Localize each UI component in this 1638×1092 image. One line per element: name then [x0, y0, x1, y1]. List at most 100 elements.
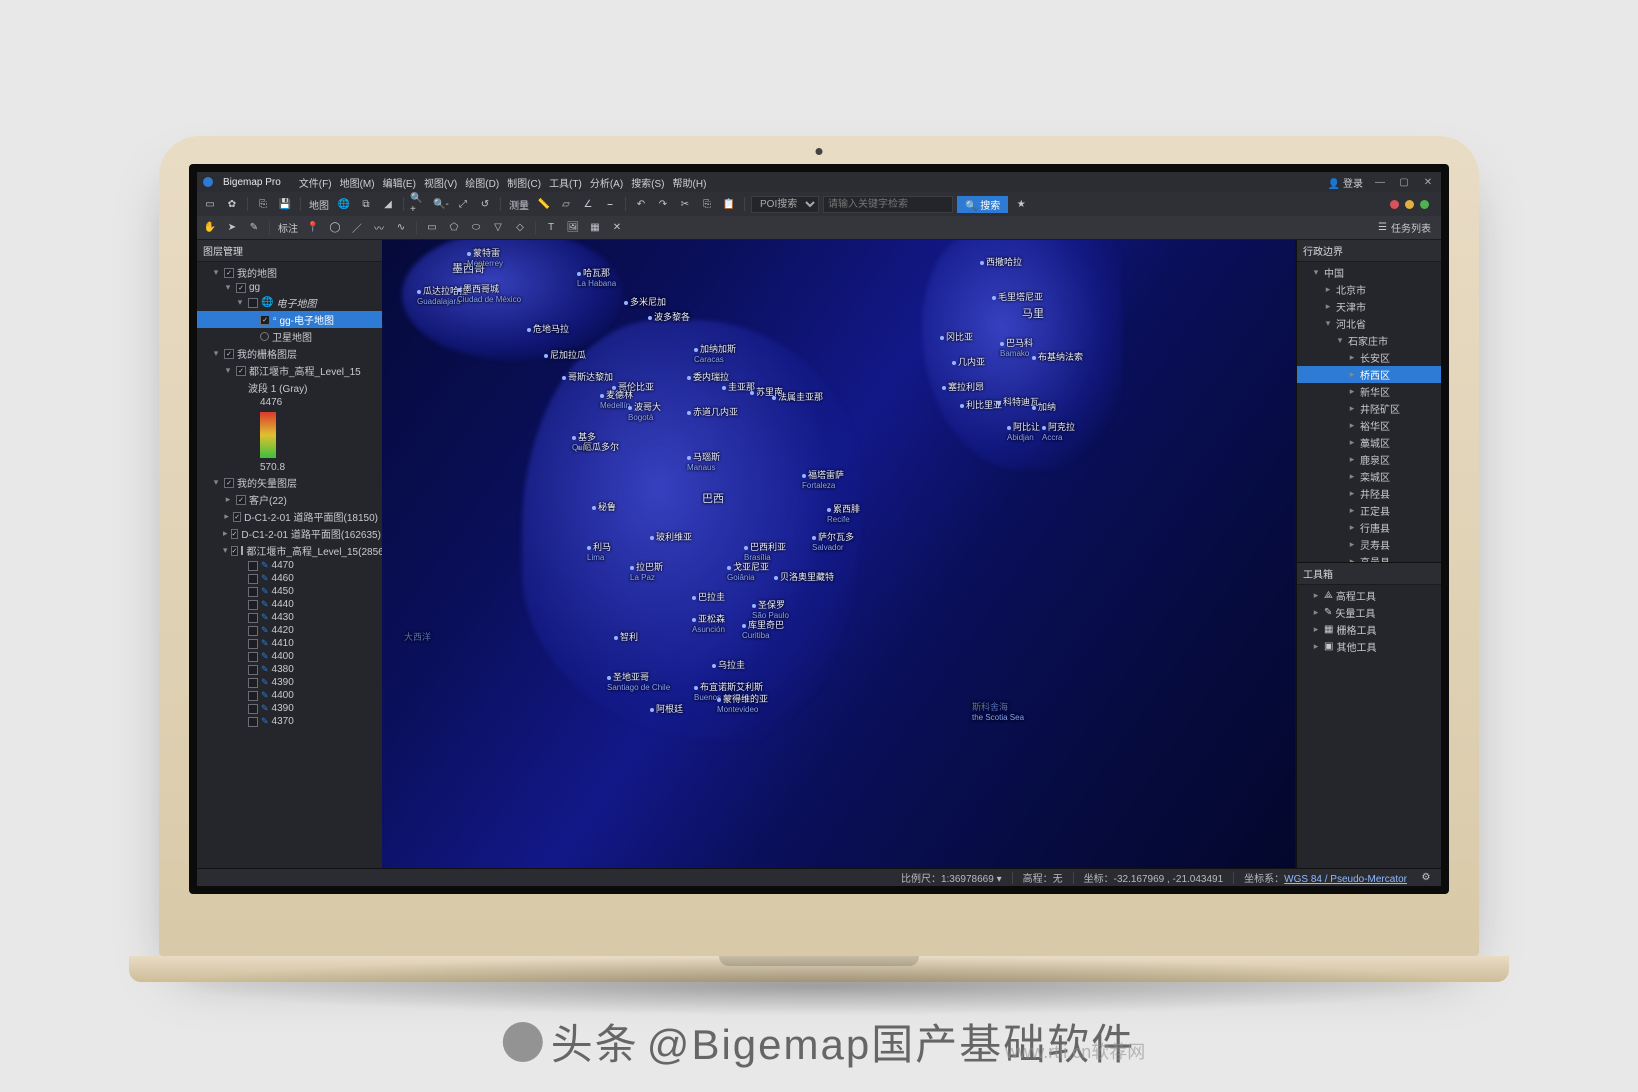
- tree-item-v4460[interactable]: ✎4460: [197, 572, 382, 585]
- triangle-icon[interactable]: ▽: [489, 219, 507, 237]
- tree-item-v4390b[interactable]: ✎4390: [197, 702, 382, 715]
- login-button[interactable]: 👤 登录: [1328, 175, 1363, 190]
- area-icon[interactable]: ▱: [557, 195, 575, 213]
- tree-item-dc1[interactable]: ▸✓D-C1-2-01 道路平面图(18150): [197, 508, 382, 525]
- menu-item[interactable]: 分析(A): [590, 179, 623, 190]
- admin-item-1[interactable]: ▸北京市: [1297, 281, 1441, 298]
- admin-item-9[interactable]: ▸裕华区: [1297, 417, 1441, 434]
- geo-icon[interactable]: ◢: [379, 195, 397, 213]
- gear-icon[interactable]: ✿: [223, 195, 241, 213]
- image-icon[interactable]: 🖼: [564, 219, 582, 237]
- search-button[interactable]: 🔍 搜索: [957, 196, 1008, 213]
- paste-icon[interactable]: 📋: [720, 195, 738, 213]
- menu-item[interactable]: 文件(F): [299, 179, 332, 190]
- tree-item-gray[interactable]: 波段 1 (Gray): [197, 379, 382, 396]
- text-icon[interactable]: T: [542, 219, 560, 237]
- menu-item[interactable]: 编辑(E): [383, 179, 416, 190]
- toolbox-item-0[interactable]: ▸⟁高程工具: [1297, 587, 1441, 604]
- tree-item-v4370[interactable]: ✎4370: [197, 715, 382, 728]
- settings-icon[interactable]: ⚙: [1417, 869, 1435, 887]
- tree-item-ramp_hi[interactable]: 4476: [197, 396, 382, 409]
- tree-item-v4400b[interactable]: ✎4400: [197, 689, 382, 702]
- layer-tree[interactable]: ▾✓我的地图▾✓gg▾🌐电子地图✓▫gg-电子地图卫星地图▾✓我的栅格图层▾✓都…: [197, 262, 382, 868]
- admin-item-8[interactable]: ▸井陉矿区: [1297, 400, 1441, 417]
- admin-item-7[interactable]: ▸新华区: [1297, 383, 1441, 400]
- pin-icon[interactable]: 📍: [304, 219, 322, 237]
- tree-item-v4380[interactable]: ✎4380: [197, 663, 382, 676]
- tree-item-my_map[interactable]: ▾✓我的地图: [197, 264, 382, 281]
- copy-icon[interactable]: ⎘: [698, 195, 716, 213]
- tree-item-gg_dianzi[interactable]: ✓▫gg-电子地图: [197, 311, 382, 328]
- line-icon[interactable]: ／: [348, 219, 366, 237]
- maximize-button[interactable]: ▢: [1397, 177, 1411, 188]
- zoom-in-icon[interactable]: 🔍+: [410, 195, 428, 213]
- menu-item[interactable]: 绘图(D): [465, 179, 499, 190]
- menu-item[interactable]: 帮助(H): [673, 179, 707, 190]
- search-type-select[interactable]: POI搜索: [751, 196, 819, 213]
- toolbox-item-1[interactable]: ▸✎矢量工具: [1297, 604, 1441, 621]
- tree-item-v4390[interactable]: ✎4390: [197, 676, 382, 689]
- diamond-icon[interactable]: ◇: [511, 219, 529, 237]
- tree-item-v4400[interactable]: ✎4400: [197, 650, 382, 663]
- admin-item-5[interactable]: ▸长安区: [1297, 349, 1441, 366]
- map-canvas[interactable]: 墨西哥蒙特雷Monterrey瓜达拉哈拉Guadalajara墨西哥城Ciuda…: [382, 240, 1296, 868]
- cut-icon[interactable]: ✂: [676, 195, 694, 213]
- curve-icon[interactable]: ∿: [392, 219, 410, 237]
- admin-item-17[interactable]: ▸高邑县: [1297, 553, 1441, 562]
- ruler-icon[interactable]: 📏: [535, 195, 553, 213]
- tree-item-djy_v[interactable]: ▾✓都江堰市_高程_Level_15(2856): [197, 542, 382, 559]
- menu-item[interactable]: 制图(C): [507, 179, 541, 190]
- tree-item-v4410[interactable]: ✎4410: [197, 637, 382, 650]
- menu-item[interactable]: 地图(M): [340, 179, 375, 190]
- crs-link[interactable]: WGS 84 / Pseudo-Mercator: [1284, 874, 1407, 885]
- admin-item-11[interactable]: ▸鹿泉区: [1297, 451, 1441, 468]
- undo-icon[interactable]: ↶: [632, 195, 650, 213]
- edit-icon[interactable]: ✎: [245, 219, 263, 237]
- star-icon[interactable]: ★: [1012, 195, 1030, 213]
- path-icon[interactable]: ⎯: [601, 195, 619, 213]
- minimize-button[interactable]: —: [1373, 177, 1387, 188]
- grid-icon[interactable]: ▦: [586, 219, 604, 237]
- admin-item-0[interactable]: ▾中国: [1297, 264, 1441, 281]
- tree-item-v4440[interactable]: ✎4440: [197, 598, 382, 611]
- pointer-icon[interactable]: ▭: [201, 195, 219, 213]
- admin-item-13[interactable]: ▸井陉县: [1297, 485, 1441, 502]
- admin-item-15[interactable]: ▸行唐县: [1297, 519, 1441, 536]
- admin-item-14[interactable]: ▸正定县: [1297, 502, 1441, 519]
- hand-icon[interactable]: ✋: [201, 219, 219, 237]
- menu-item[interactable]: 搜索(S): [631, 179, 664, 190]
- admin-item-6[interactable]: ▸桥西区: [1297, 366, 1441, 383]
- admin-tree[interactable]: ▾中国▸北京市▸天津市▾河北省▾石家庄市▸长安区▸桥西区▸新华区▸井陉矿区▸裕华…: [1297, 262, 1441, 562]
- rect-icon[interactable]: ▭: [423, 219, 441, 237]
- tree-item-kehu[interactable]: ▸✓客户(22): [197, 491, 382, 508]
- tree-item-dc2[interactable]: ▸✓D-C1-2-01 道路平面图(162635): [197, 525, 382, 542]
- toolbox-tree[interactable]: ▸⟁高程工具▸✎矢量工具▸▦栅格工具▸▣其他工具: [1297, 585, 1441, 657]
- ellipse-icon[interactable]: ⬭: [467, 219, 485, 237]
- layers-icon[interactable]: ⧉: [357, 195, 375, 213]
- admin-item-12[interactable]: ▸栾城区: [1297, 468, 1441, 485]
- menu-item[interactable]: 工具(T): [549, 179, 582, 190]
- tree-item-ramp[interactable]: [197, 409, 382, 461]
- select-icon[interactable]: ➤: [223, 219, 241, 237]
- close-button[interactable]: ✕: [1421, 177, 1435, 188]
- tree-item-v4470[interactable]: ✎4470: [197, 559, 382, 572]
- cross-icon[interactable]: ✕: [608, 219, 626, 237]
- save-icon[interactable]: 💾: [276, 195, 294, 213]
- tree-item-ramp_lo[interactable]: 570.8: [197, 461, 382, 474]
- tree-item-gg[interactable]: ▾✓gg: [197, 281, 382, 294]
- open-icon[interactable]: ⎘: [254, 195, 272, 213]
- admin-item-10[interactable]: ▸藁城区: [1297, 434, 1441, 451]
- tree-item-dianzi[interactable]: ▾🌐电子地图: [197, 294, 382, 311]
- tree-item-weixing[interactable]: 卫星地图: [197, 328, 382, 345]
- zoom-extent-icon[interactable]: ⤢: [454, 195, 472, 213]
- tree-item-v4450[interactable]: ✎4450: [197, 585, 382, 598]
- tree-item-v4420[interactable]: ✎4420: [197, 624, 382, 637]
- toolbox-item-2[interactable]: ▸▦栅格工具: [1297, 621, 1441, 638]
- circle-icon[interactable]: ◯: [326, 219, 344, 237]
- toolbox-item-3[interactable]: ▸▣其他工具: [1297, 638, 1441, 655]
- polygon-icon[interactable]: ⬠: [445, 219, 463, 237]
- admin-item-2[interactable]: ▸天津市: [1297, 298, 1441, 315]
- zoom-out-icon[interactable]: 🔍-: [432, 195, 450, 213]
- search-input[interactable]: [823, 196, 953, 213]
- globe-icon[interactable]: 🌐: [335, 195, 353, 213]
